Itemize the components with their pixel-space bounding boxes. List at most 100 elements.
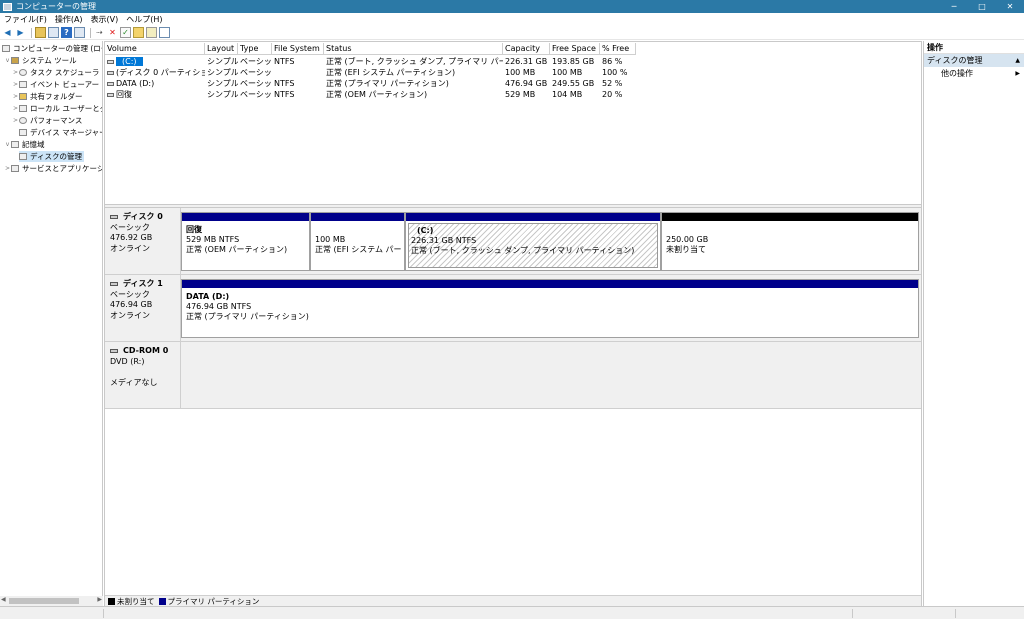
properties-icon[interactable]: [74, 27, 85, 38]
forward-arrow-icon[interactable]: ▶: [15, 27, 26, 38]
menu-help[interactable]: ヘルプ(H): [122, 13, 166, 26]
title-bar[interactable]: コンピューターの管理 ─ □ ✕: [0, 0, 1024, 13]
collapse-up-icon[interactable]: ▲: [1015, 54, 1020, 67]
event-log-icon: [19, 81, 27, 88]
partition-unallocated[interactable]: 250.00 GB 未割り当て: [661, 212, 919, 271]
primary-partition-bar: [311, 213, 404, 221]
volume-row[interactable]: DATA (D:) シンプル ベーシック NTFS 正常 (プライマリ パーティ…: [105, 78, 921, 89]
tree-item-system-tools[interactable]: v システム ツール: [4, 55, 77, 66]
search-icon[interactable]: [146, 27, 157, 38]
tree-item-event-viewer[interactable]: > イベント ビューアー: [12, 79, 99, 90]
shared-folder-icon: [19, 93, 27, 100]
tree-item-local-users[interactable]: > ローカル ユーザーとグループ: [12, 103, 102, 114]
menu-file[interactable]: ファイル(F): [0, 13, 51, 26]
computer-management-icon: [3, 2, 12, 11]
status-divider: [955, 609, 956, 618]
volume-row[interactable]: 回復 シンプル ベーシック NTFS 正常 (OEM パーティション) 529 …: [105, 89, 921, 100]
actions-section-disk-management[interactable]: ディスクの管理 ▲: [924, 54, 1024, 67]
disk-label[interactable]: ディスク 1 ベーシック 476.94 GB オンライン: [105, 275, 181, 341]
disk-management-pane: Volume Layout Type File System Status Ca…: [104, 41, 922, 607]
tree-horizontal-scrollbar[interactable]: ◀ ▶: [0, 596, 103, 606]
column-percent-free[interactable]: % Free: [600, 43, 636, 55]
volume-percent-free: 52 %: [602, 79, 623, 88]
column-file-system[interactable]: File System: [272, 43, 324, 55]
scroll-right-icon[interactable]: ▶: [97, 596, 102, 603]
collapse-chevron-icon[interactable]: v: [4, 139, 11, 150]
partition-name: (C:): [417, 226, 434, 235]
volume-capacity: 226.31 GB: [505, 57, 548, 66]
volume-row[interactable]: (C:) シンプル ベーシック NTFS 正常 (ブート, クラッシュ ダンプ,…: [105, 56, 921, 67]
status-divider: [852, 609, 853, 618]
tree-item-storage[interactable]: v 記憶域: [4, 139, 45, 150]
close-button[interactable]: ✕: [996, 0, 1024, 13]
volume-icon: [107, 81, 114, 86]
tree-item-performance[interactable]: > パフォーマンス: [12, 115, 82, 126]
column-layout[interactable]: Layout: [205, 43, 238, 55]
expand-chevron-icon[interactable]: >: [12, 103, 19, 114]
volume-type: ベーシック: [240, 68, 272, 77]
disk-size: 476.94 GB: [110, 300, 153, 309]
partition-c[interactable]: (C:) 226.31 GB NTFS 正常 (ブート, クラッシュ ダンプ, …: [405, 212, 661, 271]
volume-layout: シンプル: [207, 57, 238, 66]
partition-name: [315, 225, 402, 235]
actions-other[interactable]: 他の操作 ▶: [924, 67, 1024, 80]
primary-partition-bar: [182, 213, 309, 221]
column-free-space[interactable]: Free Space: [550, 43, 600, 55]
delete-icon[interactable]: ✕: [107, 27, 118, 38]
volume-layout: シンプル: [207, 90, 238, 99]
disk-label[interactable]: ディスク 0 ベーシック 476.92 GB オンライン: [105, 208, 181, 274]
primary-partition-bar: [406, 213, 660, 221]
volume-name: 回復: [116, 90, 132, 99]
volume-free-space: 193.85 GB: [552, 57, 595, 66]
partition-data-d[interactable]: DATA (D:) 476.94 GB NTFS 正常 (プライマリ パーティシ…: [181, 279, 919, 338]
expand-chevron-icon[interactable]: >: [12, 91, 19, 102]
partition-name: DATA (D:): [186, 292, 230, 301]
maximize-button[interactable]: □: [968, 0, 996, 13]
submenu-arrow-icon: ▶: [1015, 70, 1020, 77]
menu-view[interactable]: 表示(V): [87, 13, 123, 26]
disk-row-disk-1: ディスク 1 ベーシック 476.94 GB オンライン DATA (D:) 4…: [105, 275, 921, 342]
check-icon[interactable]: ✓: [120, 27, 131, 38]
tree-item-root[interactable]: コンピューターの管理 (ローカル): [2, 43, 102, 54]
tree-item-shared-folders[interactable]: > 共有フォルダー: [12, 91, 83, 102]
volume-row[interactable]: (ディスク 0 パーティション 2) シンプル ベーシック 正常 (EFI シス…: [105, 67, 921, 78]
expand-chevron-icon[interactable]: >: [12, 67, 19, 78]
disk-label[interactable]: CD-ROM 0 DVD (R:) メディアなし: [105, 342, 181, 408]
volume-capacity: 476.94 GB: [505, 79, 548, 88]
connect-icon[interactable]: ⇢: [94, 27, 105, 38]
partition-efi[interactable]: 100 MB 正常 (EFI システム パーティション): [310, 212, 405, 271]
up-folder-icon[interactable]: [35, 27, 46, 38]
console-tree: コンピューターの管理 (ローカル) v システム ツール > タスク スケジュー…: [0, 41, 103, 606]
tree-item-services-apps[interactable]: > サービスとアプリケーション: [4, 163, 102, 174]
minimize-button[interactable]: ─: [940, 0, 968, 13]
column-volume[interactable]: Volume: [105, 43, 205, 55]
collapse-chevron-icon[interactable]: v: [4, 55, 11, 66]
partition-size: 226.31 GB NTFS: [411, 236, 477, 245]
show-hide-tree-icon[interactable]: [48, 27, 59, 38]
window-controls: ─ □ ✕: [940, 0, 1024, 13]
back-arrow-icon[interactable]: ◀: [2, 27, 13, 38]
expand-chevron-icon[interactable]: >: [12, 79, 19, 90]
tree-item-task-scheduler[interactable]: > タスク スケジューラ: [12, 67, 99, 78]
tree-item-disk-management[interactable]: ディスクの管理: [12, 151, 84, 162]
help-icon[interactable]: ?: [61, 27, 72, 38]
expand-chevron-icon[interactable]: >: [4, 163, 11, 174]
volume-type: ベーシック: [240, 57, 272, 66]
column-capacity[interactable]: Capacity: [503, 43, 550, 55]
column-status[interactable]: Status: [324, 43, 503, 55]
disk-type: DVD (R:): [110, 356, 145, 366]
volume-percent-free: 86 %: [602, 57, 623, 66]
toolbar-separator: [31, 27, 32, 38]
column-type[interactable]: Type: [238, 43, 272, 55]
volume-free-space: 249.55 GB: [552, 79, 595, 88]
menu-action[interactable]: 操作(A): [51, 13, 87, 26]
expand-chevron-icon[interactable]: >: [12, 115, 19, 126]
scroll-left-icon[interactable]: ◀: [1, 596, 6, 603]
open-icon[interactable]: [133, 27, 144, 38]
partition-recovery[interactable]: 回復 529 MB NTFS 正常 (OEM パーティション): [181, 212, 310, 271]
window-icon[interactable]: [159, 27, 170, 38]
tree-item-device-manager[interactable]: デバイス マネージャー: [12, 127, 102, 138]
primary-swatch: [158, 598, 166, 605]
volume-status: 正常 (EFI システム パーティション): [326, 68, 456, 77]
scrollbar-thumb[interactable]: [9, 598, 79, 604]
